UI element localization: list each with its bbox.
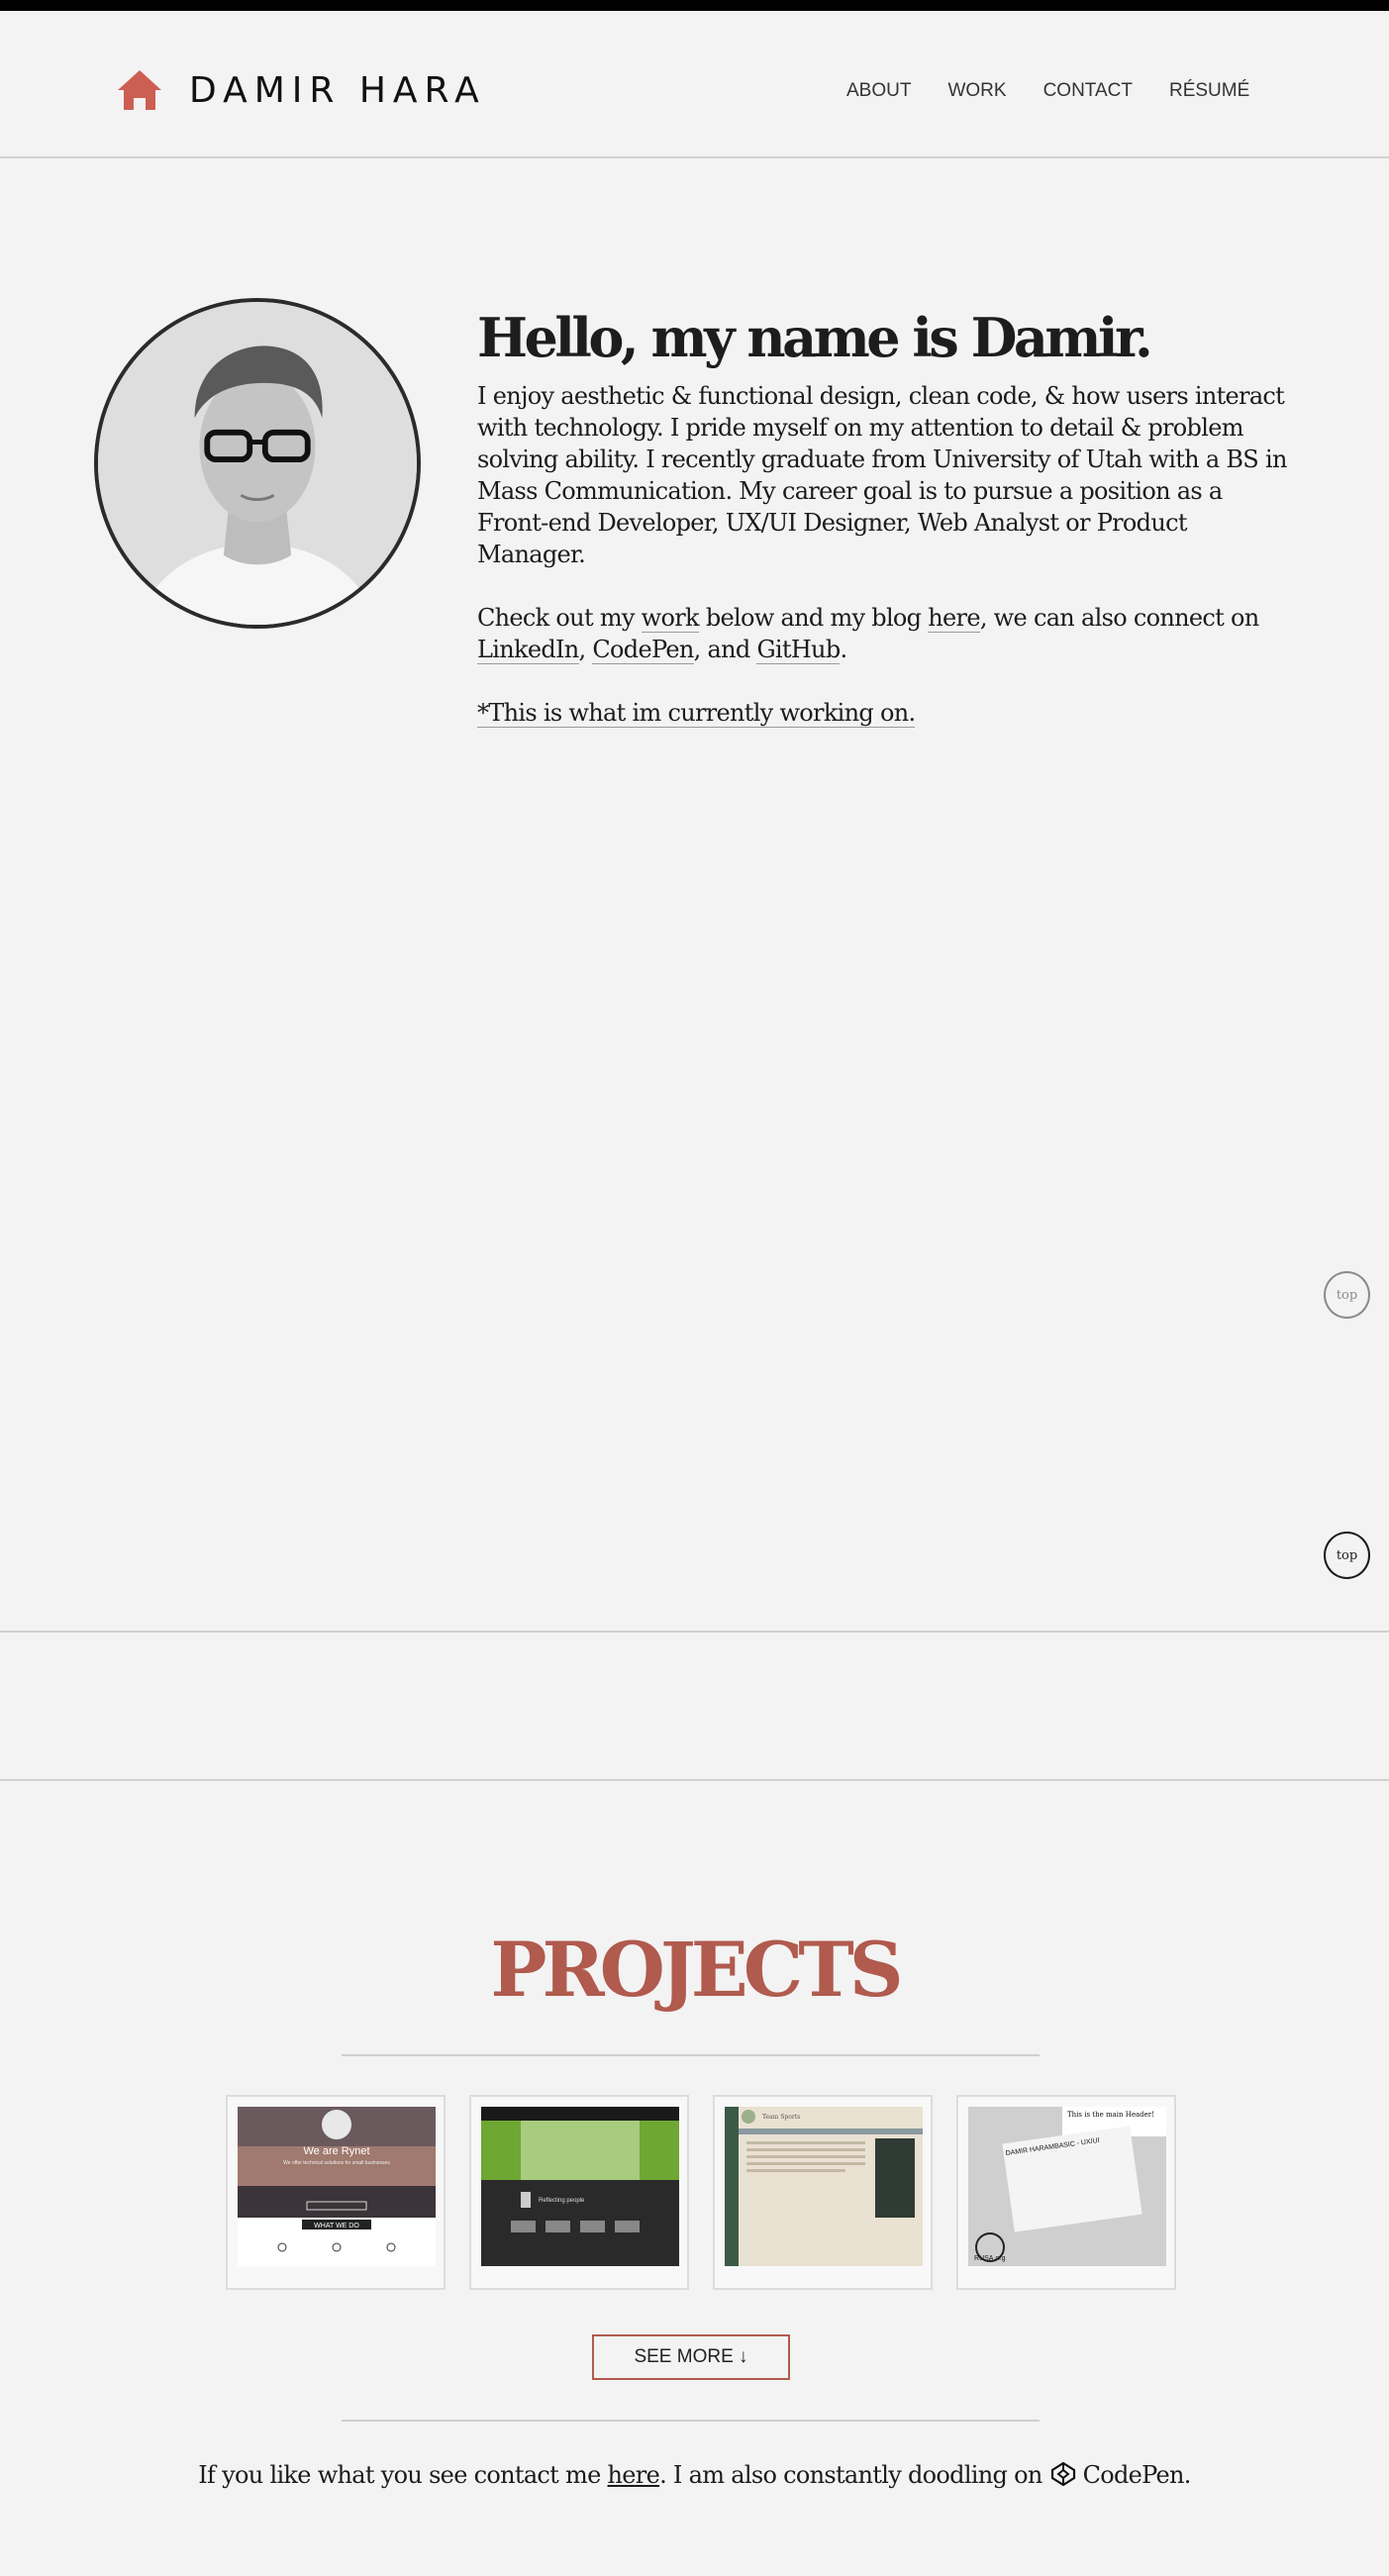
projects-rule — [342, 2054, 1040, 2056]
work-link[interactable]: work — [641, 604, 700, 633]
links-text-4: , — [578, 636, 593, 663]
scroll-top-button[interactable]: top — [1324, 1271, 1370, 1319]
project-thumbnail: Team Sports — [725, 2107, 923, 2266]
section-divider — [0, 1631, 1389, 1633]
project-thumbnail: We are Rynet We offer technical solution… — [238, 2107, 436, 2266]
footer-contact-line: If you like what you see contact me here… — [0, 2460, 1389, 2489]
thumb-button: WHAT WE DO — [314, 2223, 359, 2229]
project-card[interactable]: Reflecting people — [469, 2095, 689, 2290]
project-thumbnail: Reflecting people — [481, 2107, 679, 2266]
hello-heading: Hello, my name is Damir. — [477, 306, 1153, 369]
see-more-button[interactable]: SEE MORE ↓ — [592, 2334, 790, 2380]
blog-link[interactable]: here — [928, 604, 981, 633]
thumb-heading: We are Rynet — [303, 2145, 369, 2157]
project-card[interactable]: Team Sports — [713, 2095, 933, 2290]
nav-about[interactable]: ABOUT — [846, 80, 911, 102]
main-nav: ABOUT WORK CONTACT RÉSUMÉ — [846, 80, 1286, 102]
section-divider — [0, 1779, 1389, 1781]
thumb-caption: Team Sports — [762, 2114, 800, 2121]
links-text-5: , and — [693, 636, 757, 663]
thumb-subtitle: We offer technical solutions for small b… — [283, 2160, 390, 2166]
links-paragraph: Check out my work below and my blog here… — [477, 602, 1289, 665]
links-text-1: Check out my — [477, 604, 642, 632]
github-link[interactable]: GitHub — [756, 636, 841, 664]
project-card[interactable]: We are Rynet We offer technical solution… — [226, 2095, 446, 2290]
footer-text-1: If you like what you see contact me — [198, 2461, 608, 2489]
project-card[interactable]: This is the main Header! DAMIR HARAMBASI… — [956, 2095, 1176, 2290]
home-icon — [118, 70, 161, 110]
thumb-caption: Reflecting people — [539, 2198, 585, 2204]
thumb-badge: RUSA.org — [974, 2255, 1006, 2262]
brand-name: DAMIR HARA — [189, 69, 486, 111]
current-work-paragraph: *This is what im currently working on. — [477, 697, 1289, 729]
nav-contact[interactable]: CONTACT — [1043, 80, 1133, 102]
links-text-6: . — [840, 636, 847, 663]
bio-paragraph: I enjoy aesthetic & functional design, c… — [477, 382, 1287, 568]
site-logo[interactable]: DAMIR HARA — [116, 68, 486, 112]
links-text-3: , we can also connect on — [979, 604, 1259, 632]
footer-text-2: . I am also constantly doodling on — [659, 2461, 1049, 2489]
project-thumbnail: This is the main Header! DAMIR HARAMBASI… — [968, 2107, 1166, 2266]
portrait-image — [98, 302, 417, 625]
links-text-2: below and my blog — [698, 604, 929, 632]
nav-resume[interactable]: RÉSUMÉ — [1169, 80, 1249, 102]
site-header: DAMIR HARA ABOUT WORK CONTACT RÉSUMÉ — [0, 11, 1389, 158]
codepen-link[interactable]: CodePen — [592, 636, 694, 664]
thumb-heading: This is the main Header! — [1067, 2111, 1154, 2119]
footer-codepen-link[interactable]: CodePen. — [1083, 2461, 1192, 2489]
projects-heading: PROJECTS — [490, 1926, 903, 2014]
about-section: Hello, my name is Damir. I enjoy aesthet… — [477, 295, 1289, 729]
nav-work[interactable]: WORK — [947, 80, 1006, 102]
profile-photo — [94, 298, 421, 629]
footer-contact-link[interactable]: here — [608, 2461, 660, 2489]
top-black-bar — [0, 0, 1389, 11]
scroll-top-button[interactable]: top — [1324, 1532, 1370, 1579]
codepen-icon[interactable] — [1049, 2460, 1077, 2488]
linkedin-link[interactable]: LinkedIn — [477, 636, 579, 664]
projects-rule — [342, 2420, 1040, 2422]
current-work-link[interactable]: *This is what im currently working on. — [477, 699, 916, 728]
